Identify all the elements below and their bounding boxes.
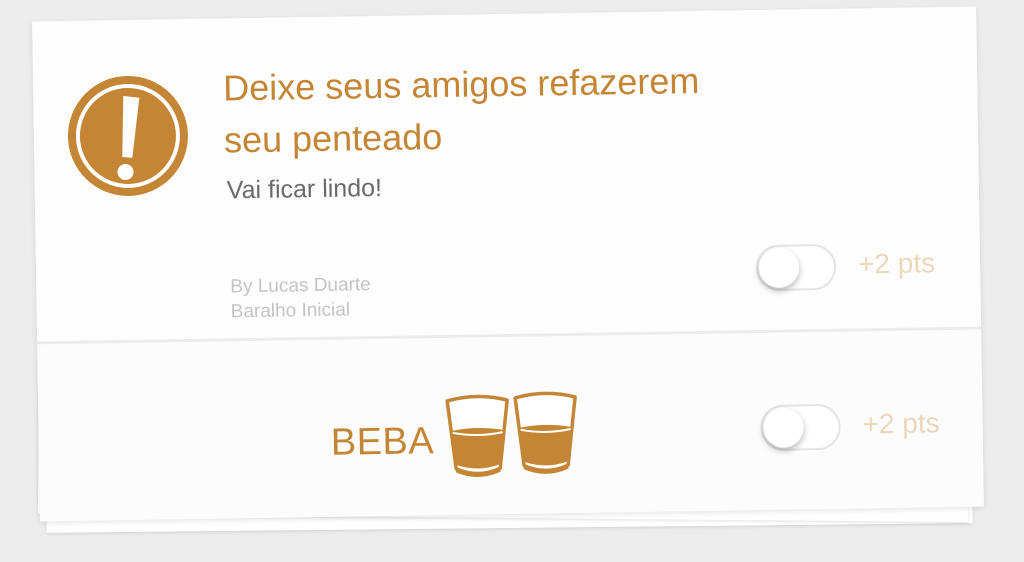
challenge-subtitle: Vai ficar lindo!	[226, 173, 383, 205]
challenge-toggle[interactable]	[755, 243, 837, 292]
stage: Deixe seus amigos refazerem seu penteado…	[0, 0, 1024, 562]
challenge-points: +2 pts	[857, 247, 936, 280]
toggle-knob	[758, 247, 800, 289]
challenge-title-line: seu penteado	[223, 116, 443, 161]
challenge-card: Deixe seus amigos refazerem seu penteado…	[32, 6, 984, 522]
drink-section: BEBA +2 pts	[37, 329, 984, 522]
card-meta: By Lucas Duarte Baralho Inicial	[230, 272, 371, 324]
challenge-title-line: Deixe seus amigos refazerem	[222, 59, 700, 109]
author-label: By Lucas Duarte	[230, 274, 371, 298]
challenge-section: Deixe seus amigos refazerem seu penteado…	[32, 6, 982, 342]
deck-label: Baralho Inicial	[230, 299, 351, 323]
drink-toggle[interactable]	[760, 403, 841, 452]
challenge-title: Deixe seus amigos refazerem seu penteado	[223, 54, 785, 167]
shot-glass-icon	[513, 391, 577, 474]
toggle-knob	[763, 407, 804, 449]
drink-label: BEBA	[330, 420, 435, 464]
drink-points: +2 pts	[862, 407, 940, 440]
shot-glass-icon	[445, 394, 509, 477]
exclamation-circle-icon	[67, 75, 188, 196]
